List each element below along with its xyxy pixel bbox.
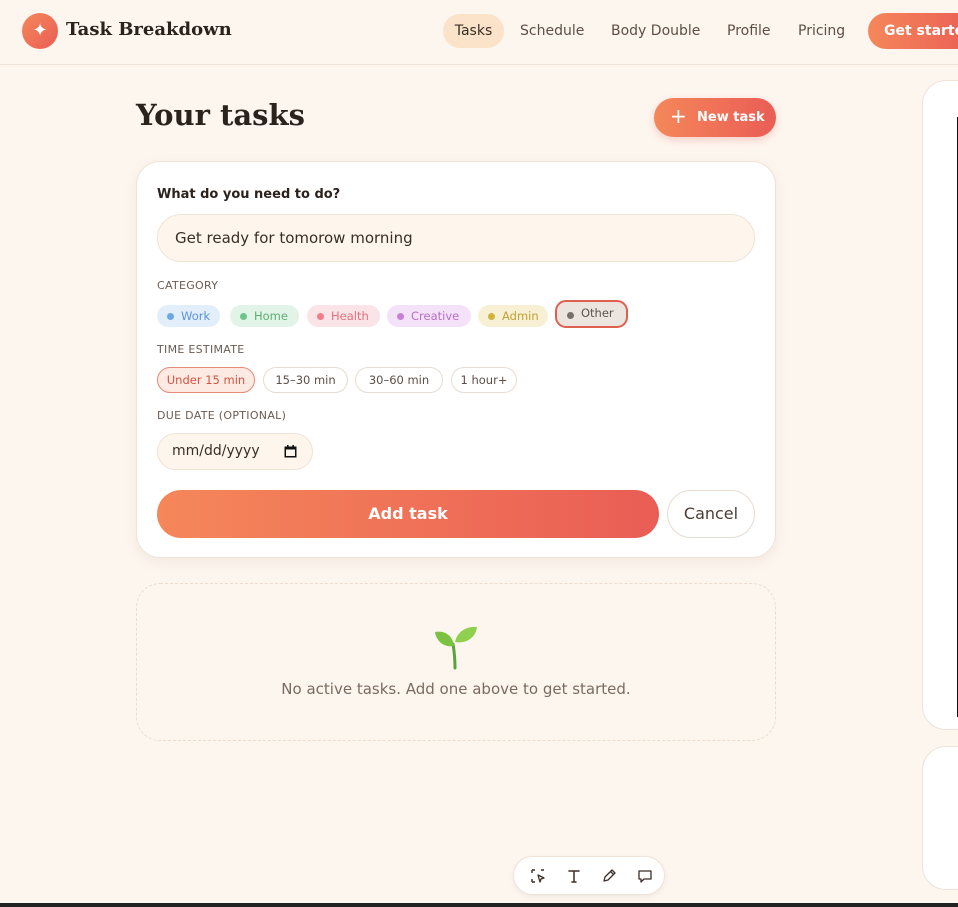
category-chip-health[interactable]: Health (307, 305, 380, 327)
add-task-button[interactable]: Add task (157, 490, 659, 538)
comment-icon[interactable] (635, 866, 655, 886)
get-started-button[interactable]: Get started (868, 13, 958, 49)
time-under-15[interactable]: Under 15 min (157, 367, 255, 393)
work-dot-icon (167, 313, 174, 320)
calendar-icon[interactable] (284, 445, 297, 458)
window-bottom-edge (0, 903, 958, 907)
category-label: CATEGORY (157, 279, 219, 292)
time-30-60[interactable]: 30–60 min (355, 367, 443, 393)
seedling-icon (435, 626, 477, 670)
due-date-label: DUE DATE (OPTIONAL) (157, 409, 287, 422)
new-task-button[interactable]: + New task (654, 98, 776, 137)
category-chip-admin[interactable]: Admin (478, 305, 548, 327)
select-cursor-icon[interactable] (528, 866, 548, 886)
nav-profile[interactable]: Profile (727, 14, 771, 48)
cancel-button[interactable]: Cancel (667, 490, 755, 538)
app-title[interactable]: Task Breakdown (66, 19, 232, 40)
new-task-form: What do you need to do? CATEGORY Work Ho… (136, 161, 776, 558)
nav-body-double[interactable]: Body Double (611, 14, 700, 48)
task-question-label: What do you need to do? (157, 187, 341, 202)
annotation-toolbar (513, 856, 665, 895)
empty-state: No active tasks. Add one above to get st… (136, 583, 776, 741)
top-nav-bar: ✦ Task Breakdown Tasks Schedule Body Dou… (0, 0, 958, 65)
side-panel (922, 80, 958, 730)
nav-pricing[interactable]: Pricing (798, 14, 845, 48)
health-dot-icon (317, 313, 324, 320)
time-estimate-label: TIME ESTIMATE (157, 343, 245, 356)
page-title: Your tasks (136, 98, 305, 132)
plus-icon: + (670, 104, 687, 128)
empty-state-text: No active tasks. Add one above to get st… (281, 680, 631, 698)
time-15-30[interactable]: 15–30 min (263, 367, 348, 393)
other-dot-icon (567, 312, 574, 319)
nav-tasks[interactable]: Tasks (443, 14, 504, 48)
sparkle-logo-icon: ✦ (22, 13, 58, 49)
admin-dot-icon (488, 313, 495, 320)
pencil-icon[interactable] (599, 866, 619, 886)
task-input[interactable] (157, 214, 755, 262)
side-panel-lower (922, 746, 958, 890)
category-chip-creative[interactable]: Creative (387, 305, 471, 327)
category-chip-other[interactable]: Other (555, 300, 628, 328)
category-chip-home[interactable]: Home (230, 305, 299, 327)
time-1-hour-plus[interactable]: 1 hour+ (451, 367, 517, 393)
new-task-label: New task (697, 110, 765, 125)
home-dot-icon (240, 313, 247, 320)
creative-dot-icon (397, 313, 404, 320)
category-chip-work[interactable]: Work (157, 305, 220, 327)
text-tool-icon[interactable] (564, 866, 584, 886)
due-date-input[interactable]: mm/dd/yyyy (157, 433, 313, 470)
nav-schedule[interactable]: Schedule (520, 14, 584, 48)
